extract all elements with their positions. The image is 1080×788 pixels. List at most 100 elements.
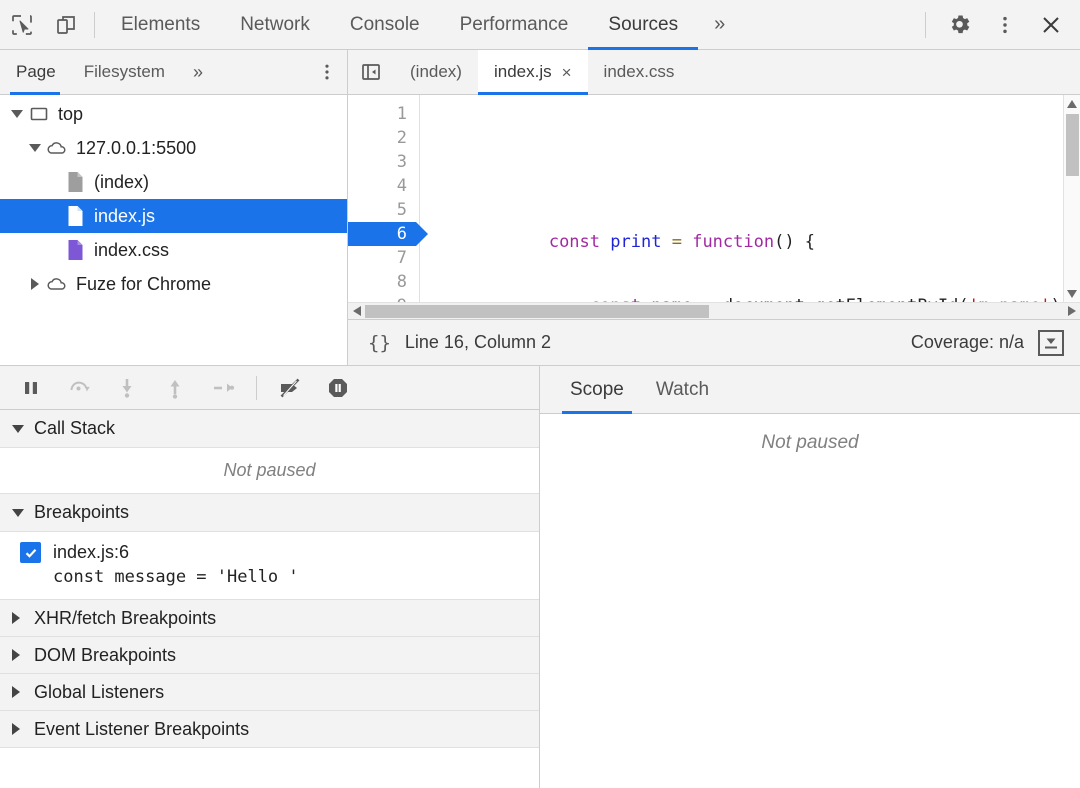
tree-item-index-css[interactable]: index.css bbox=[0, 233, 347, 267]
step-into-button[interactable] bbox=[106, 367, 148, 409]
editor-tab-label: index.js bbox=[493, 62, 552, 81]
line-number[interactable]: 3 bbox=[348, 150, 419, 174]
editor-pane: (index) index.js × index.css 1 2 3 4 5 6… bbox=[348, 49, 1080, 365]
pause-on-exceptions-button[interactable] bbox=[317, 367, 359, 409]
scroll-left-arrow-icon[interactable] bbox=[348, 303, 365, 320]
event-listener-breakpoints-section[interactable]: Event Listener Breakpoints bbox=[0, 711, 539, 748]
code-editor[interactable]: 1 2 3 4 5 6 7 8 9 const print bbox=[348, 95, 1080, 302]
close-icon[interactable]: × bbox=[562, 64, 572, 81]
deactivate-breakpoints-button[interactable] bbox=[269, 367, 311, 409]
call-stack-title: Call Stack bbox=[34, 418, 116, 438]
tree-item-label: Fuze for Chrome bbox=[76, 273, 212, 294]
tree-item-fuze-for-chrome[interactable]: Fuze for Chrome bbox=[0, 267, 347, 301]
chevron-right-icon[interactable] bbox=[12, 612, 26, 624]
token-variable: print bbox=[610, 232, 662, 252]
breakpoints-section-header[interactable]: Breakpoints bbox=[0, 494, 539, 532]
nav-tab-page[interactable]: Page bbox=[0, 50, 70, 95]
show-navigator-icon[interactable] bbox=[348, 50, 394, 95]
line-number[interactable]: 8 bbox=[348, 270, 419, 294]
kebab-menu-icon[interactable] bbox=[982, 0, 1028, 50]
chevron-down-icon[interactable] bbox=[26, 144, 44, 152]
devtools-main-toolbar: Elements Network Console Performance Sou… bbox=[0, 0, 1080, 50]
line-number[interactable]: 5 bbox=[348, 198, 419, 222]
breakpoint-marker[interactable]: 6 bbox=[348, 222, 428, 246]
nav-tab-filesystem[interactable]: Filesystem bbox=[70, 50, 179, 95]
tab-network[interactable]: Network bbox=[220, 0, 330, 50]
dom-breakpoints-section[interactable]: DOM Breakpoints bbox=[0, 637, 539, 674]
scrollbar-thumb[interactable] bbox=[365, 304, 709, 318]
chevron-right-icon[interactable] bbox=[26, 278, 44, 290]
tab-scope[interactable]: Scope bbox=[554, 366, 640, 414]
tab-performance[interactable]: Performance bbox=[440, 0, 589, 50]
tab-console[interactable]: Console bbox=[330, 0, 440, 50]
token-keyword: const bbox=[590, 296, 641, 302]
code-line: const print = function() { bbox=[426, 206, 1080, 252]
line-number[interactable]: 7 bbox=[348, 246, 419, 270]
line-number-gutter[interactable]: 1 2 3 4 5 6 7 8 9 bbox=[348, 95, 428, 302]
navigator-more-tabs-chevron-icon[interactable]: » bbox=[179, 50, 217, 95]
editor-tab-label: (index) bbox=[410, 62, 462, 81]
frame-icon bbox=[26, 104, 52, 124]
editor-horizontal-scrollbar[interactable] bbox=[348, 302, 1080, 319]
section-title: Event Listener Breakpoints bbox=[34, 718, 250, 739]
chevron-right-icon[interactable] bbox=[12, 686, 26, 698]
breakpoint-checkbox[interactable] bbox=[20, 542, 41, 563]
resume-pause-button[interactable] bbox=[10, 367, 52, 409]
scroll-down-arrow-icon[interactable] bbox=[1064, 285, 1080, 302]
chevron-right-icon[interactable] bbox=[12, 723, 26, 735]
tab-elements[interactable]: Elements bbox=[101, 0, 220, 50]
editor-vertical-scrollbar[interactable] bbox=[1063, 95, 1080, 302]
editor-tab-label: index.css bbox=[603, 62, 675, 81]
cloud-icon bbox=[44, 139, 70, 157]
tree-item-label: index.css bbox=[94, 239, 170, 260]
chevron-right-icon[interactable] bbox=[12, 649, 26, 661]
token-plain: document.getElementById( bbox=[723, 296, 969, 302]
scroll-up-arrow-icon[interactable] bbox=[1064, 95, 1080, 112]
close-icon[interactable] bbox=[1028, 0, 1074, 50]
gear-icon[interactable] bbox=[936, 0, 982, 50]
tree-item-top[interactable]: top bbox=[0, 97, 347, 131]
editor-tab-index-js[interactable]: index.js × bbox=[477, 49, 588, 95]
more-panels-chevron-icon[interactable]: » bbox=[698, 0, 741, 50]
step-button[interactable] bbox=[202, 367, 244, 409]
chevron-down-icon[interactable] bbox=[12, 508, 26, 517]
chevron-down-icon[interactable] bbox=[12, 424, 26, 433]
tree-item-origin[interactable]: 127.0.0.1:5500 bbox=[0, 131, 347, 165]
debugger-toolbar-divider bbox=[256, 375, 257, 400]
scrollbar-thumb[interactable] bbox=[1065, 114, 1079, 176]
editor-status-bar: {} Line 16, Column 2 Coverage: n/a bbox=[348, 319, 1080, 365]
pretty-print-braces-icon[interactable]: {} bbox=[360, 332, 391, 354]
editor-tab-index[interactable]: (index) bbox=[394, 50, 478, 95]
section-title: XHR/fetch Breakpoints bbox=[34, 607, 217, 628]
tab-sources[interactable]: Sources bbox=[588, 0, 698, 50]
device-toolbar-icon[interactable] bbox=[44, 1, 88, 49]
global-listeners-section[interactable]: Global Listeners bbox=[0, 674, 539, 711]
navigator-kebab-menu-icon[interactable] bbox=[307, 50, 347, 95]
section-title: DOM Breakpoints bbox=[34, 644, 177, 665]
call-stack-section-header[interactable]: Call Stack bbox=[0, 410, 539, 448]
code-content[interactable]: const print = function() { const name = … bbox=[420, 95, 1080, 302]
tree-item-label: (index) bbox=[94, 171, 150, 192]
tree-item-index-js[interactable]: index.js bbox=[0, 199, 347, 233]
tree-item-index-document[interactable]: (index) bbox=[0, 165, 347, 199]
line-number[interactable]: 9 bbox=[348, 294, 419, 302]
scope-watch-pane: Scope Watch Not paused bbox=[540, 366, 1080, 788]
editor-tab-index-css[interactable]: index.css bbox=[588, 50, 691, 95]
scroll-right-arrow-icon[interactable] bbox=[1063, 303, 1080, 320]
breakpoint-list-item[interactable]: index.js:6 const message = 'Hello ' bbox=[0, 532, 539, 600]
show-drawer-icon[interactable] bbox=[1038, 329, 1064, 356]
chevron-down-icon[interactable] bbox=[8, 110, 26, 118]
step-over-button[interactable] bbox=[58, 367, 100, 409]
scope-content: Not paused bbox=[540, 414, 1080, 788]
line-number[interactable]: 2 bbox=[348, 126, 419, 150]
call-stack-empty-message: Not paused bbox=[0, 448, 539, 494]
xhr-fetch-breakpoints-section[interactable]: XHR/fetch Breakpoints bbox=[0, 600, 539, 637]
line-number[interactable]: 4 bbox=[348, 174, 419, 198]
step-out-button[interactable] bbox=[154, 367, 196, 409]
tab-watch[interactable]: Watch bbox=[640, 366, 725, 414]
inspect-cursor-icon[interactable] bbox=[0, 1, 44, 49]
editor-tabbar: (index) index.js × index.css bbox=[348, 49, 1080, 95]
line-number[interactable]: 1 bbox=[348, 102, 419, 126]
